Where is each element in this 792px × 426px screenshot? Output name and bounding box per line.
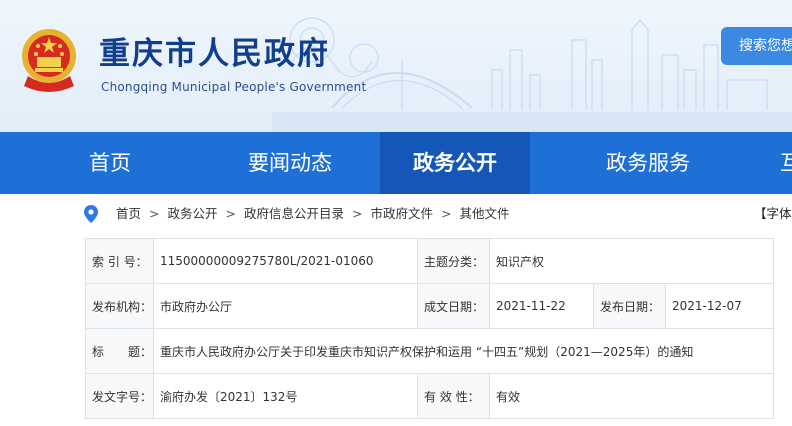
breadcrumb-gov-affairs-open[interactable]: 政务公开 (168, 206, 218, 221)
breadcrumb-municipal-docs[interactable]: 市政府文件 (371, 206, 434, 221)
table-row: 发布机构： 市政府办公厅 成文日期： 2021-11-22 发布日期： 2021… (85, 283, 775, 329)
title-value: 重庆市人民政府办公厅关于印发重庆市知识产权保护和运用 “十四五”规划（2021—… (152, 328, 775, 374)
breadcrumb-info-catalog[interactable]: 政府信息公开目录 (244, 206, 344, 221)
document-number-label: 发文字号： (85, 373, 154, 419)
nav-item-interaction[interactable]: 互 (770, 132, 792, 194)
site-title[interactable]: 重庆市人民政府 (99, 28, 330, 73)
breadcrumb-separator: > (225, 206, 236, 221)
breadcrumb-bar: 首页 > 政务公开 > 政府信息公开目录 > 市政府文件 > 其他文件 【字体 (0, 194, 792, 234)
index-number-label: 索 引 号： (85, 238, 154, 284)
breadcrumb-separator: > (352, 206, 363, 221)
category-label: 主题分类： (417, 238, 490, 284)
publisher-value: 市政府办公厅 (153, 283, 418, 329)
location-pin-icon (84, 205, 98, 223)
table-row: 索 引 号： 11500000009275780L/2021-01060 主题分… (85, 238, 775, 284)
created-date-value: 2021-11-22 (489, 283, 594, 329)
national-emblem-icon (22, 29, 76, 92)
validity-label: 有 效 性： (417, 373, 490, 419)
search-button[interactable]: 搜索您想 (721, 27, 792, 65)
document-number-value: 渝府办发〔2021〕132号 (153, 373, 418, 419)
breadcrumb-home[interactable]: 首页 (116, 206, 141, 221)
site-header: 重庆市人民政府 Chongqing Municipal People's Gov… (0, 0, 792, 132)
published-date-label: 发布日期： (593, 283, 666, 329)
document-info-table: 索 引 号： 11500000009275780L/2021-01060 主题分… (85, 238, 775, 419)
font-size-control[interactable]: 【字体 (754, 194, 792, 234)
index-number-value: 11500000009275780L/2021-01060 (153, 238, 418, 284)
title-label: 标 题： (85, 328, 154, 374)
breadcrumb: 首页 > 政务公开 > 政府信息公开目录 > 市政府文件 > 其他文件 (116, 194, 510, 234)
table-row: 标 题： 重庆市人民政府办公厅关于印发重庆市知识产权保护和运用 “十四五”规划（… (85, 328, 775, 374)
table-row: 发文字号： 渝府办发〔2021〕132号 有 效 性： 有效 (85, 373, 775, 419)
site-subtitle: Chongqing Municipal People's Government (101, 80, 367, 94)
city-skyline-illustration (272, 17, 792, 132)
breadcrumb-separator: > (149, 206, 160, 221)
nav-item-gov-services[interactable]: 政务服务 (580, 132, 716, 194)
breadcrumb-other-docs[interactable]: 其他文件 (460, 206, 510, 221)
nav-item-gov-affairs-open[interactable]: 政务公开 (380, 132, 530, 194)
category-value: 知识产权 (488, 238, 775, 284)
breadcrumb-separator: > (441, 206, 452, 221)
publisher-label: 发布机构： (85, 283, 154, 329)
main-nav: 首页 要闻动态 政务公开 政务服务 互 (0, 132, 792, 194)
nav-item-news[interactable]: 要闻动态 (222, 132, 358, 194)
created-date-label: 成文日期： (417, 283, 490, 329)
nav-item-home[interactable]: 首页 (70, 132, 150, 194)
published-date-value: 2021-12-07 (664, 283, 775, 329)
validity-value: 有效 (488, 373, 775, 419)
